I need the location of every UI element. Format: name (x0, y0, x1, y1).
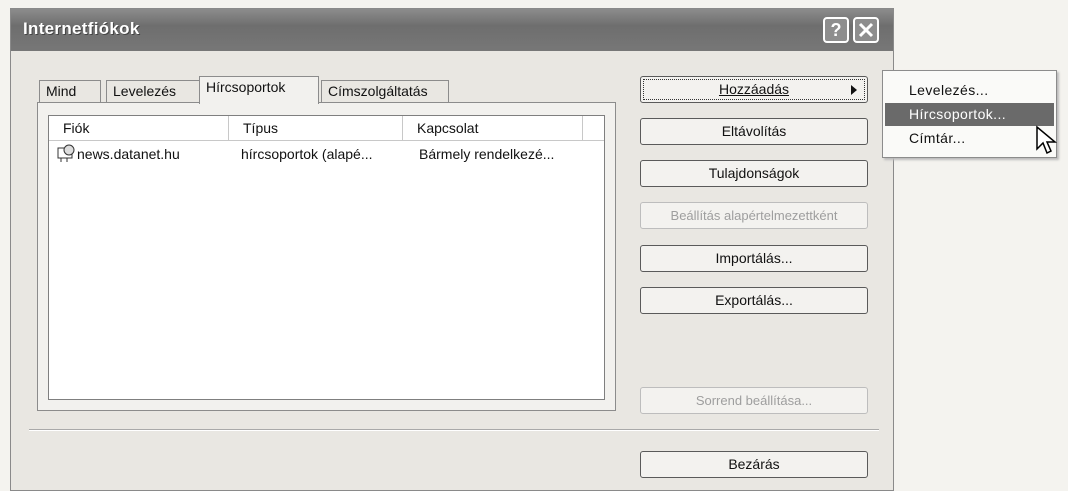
mouse-cursor-icon (1036, 125, 1058, 155)
close-window-button[interactable] (853, 17, 879, 43)
properties-button[interactable]: Tulajdonságok (640, 160, 868, 187)
add-button-label: Hozzáadás (718, 81, 790, 97)
account-type: hírcsoportok (alapé... (241, 146, 373, 162)
menu-item-mail[interactable]: Levelezés... (885, 79, 1054, 102)
tab-directory-service[interactable]: Címszolgáltatás (321, 80, 449, 103)
set-default-button[interactable]: Beállítás alapértelmezettként (640, 202, 868, 229)
window-title: Internetfiókok (23, 19, 140, 38)
import-button[interactable]: Importálás... (640, 245, 868, 272)
tab-all[interactable]: Mind (39, 80, 101, 103)
newsgroups-tab-panel: Fiók Típus Kapcsolat news.datanet.hu hír… (37, 102, 616, 411)
column-header-account[interactable]: Fiók (49, 116, 229, 140)
account-name: news.datanet.hu (77, 146, 180, 162)
title-bar[interactable]: Internetfiókok ? (11, 9, 893, 51)
add-button[interactable]: Hozzáadás (640, 76, 868, 103)
help-button[interactable]: ? (823, 17, 849, 43)
close-icon (858, 22, 874, 38)
list-header: Fiók Típus Kapcsolat (49, 116, 604, 141)
menu-item-newsgroups[interactable]: Hírcsoportok... (885, 103, 1054, 126)
remove-button[interactable]: Eltávolítás (640, 118, 868, 145)
export-button[interactable]: Exportálás... (640, 287, 868, 314)
menu-item-directory[interactable]: Címtár... (885, 127, 1054, 150)
newsgroup-icon (55, 142, 77, 166)
close-button[interactable]: Bezárás (640, 451, 868, 478)
account-connection: Bármely rendelkezé... (419, 146, 555, 162)
separator (29, 429, 879, 431)
column-header-connection[interactable]: Kapcsolat (403, 116, 583, 140)
table-row[interactable]: news.datanet.hu hírcsoportok (alapé... B… (49, 142, 604, 166)
tab-mail[interactable]: Levelezés (106, 80, 201, 103)
accounts-list[interactable]: Fiók Típus Kapcsolat news.datanet.hu hír… (48, 115, 605, 400)
submenu-arrow-icon (851, 85, 857, 95)
question-icon: ? (830, 20, 842, 40)
set-order-button[interactable]: Sorrend beállítása... (640, 387, 868, 414)
tab-newsgroups[interactable]: Hírcsoportok (199, 76, 319, 104)
column-header-type[interactable]: Típus (229, 116, 403, 140)
add-submenu: Levelezés... Hírcsoportok... Címtár... (882, 70, 1057, 158)
